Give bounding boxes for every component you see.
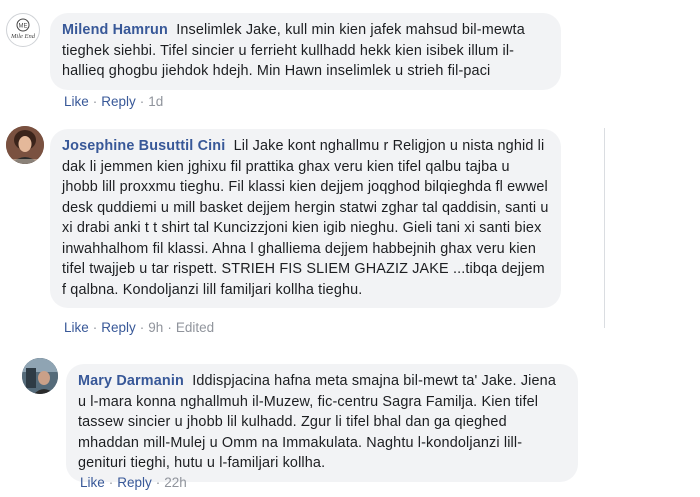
comment-author[interactable]: Milend Hamrun — [62, 22, 168, 38]
comment-time[interactable]: 22h — [164, 475, 187, 490]
profile-photo-icon — [6, 126, 44, 164]
comment-actions: Like · Reply · 22h — [80, 475, 187, 490]
like-link[interactable]: Like — [64, 94, 89, 109]
separator: · — [155, 475, 161, 490]
separator: · — [92, 94, 98, 109]
separator: · — [139, 320, 145, 335]
svg-text:Mile End: Mile End — [10, 33, 36, 40]
comment-time[interactable]: 9h — [148, 320, 163, 335]
comment-author[interactable]: Mary Darmanin — [78, 373, 184, 389]
svg-text:ME: ME — [19, 24, 28, 30]
profile-photo-icon — [22, 358, 58, 394]
thread-divider — [604, 128, 605, 328]
reply-link[interactable]: Reply — [101, 94, 136, 109]
separator: · — [108, 475, 114, 490]
comment-bubble: Josephine Busuttil Cini Lil Jake kont ng… — [50, 129, 561, 308]
separator: · — [92, 320, 98, 335]
comment-actions: Like · Reply · 1d — [64, 94, 163, 109]
comment-actions: Like · Reply · 9h · Edited — [64, 320, 214, 335]
comment-text: Lil Jake kont nghallmu r Religjon u nist… — [62, 138, 549, 298]
like-link[interactable]: Like — [80, 475, 105, 490]
mile-end-logo-icon: ME Mile End — [10, 18, 36, 40]
comment-time[interactable]: 1d — [148, 94, 163, 109]
edited-label[interactable]: Edited — [176, 320, 214, 335]
comment-author[interactable]: Josephine Busuttil Cini — [62, 138, 225, 154]
comment-bubble: Milend Hamrun Inselimlek Jake, kull min … — [50, 13, 561, 90]
avatar[interactable]: ME Mile End — [6, 13, 40, 47]
avatar[interactable] — [6, 126, 44, 164]
reply-link[interactable]: Reply — [101, 320, 136, 335]
like-link[interactable]: Like — [64, 320, 89, 335]
comment-bubble: Mary Darmanin Iddispjacina hafna meta sm… — [66, 364, 578, 482]
separator: · — [139, 94, 145, 109]
separator: · — [167, 320, 172, 335]
reply-link[interactable]: Reply — [117, 475, 152, 490]
avatar[interactable] — [22, 358, 58, 394]
